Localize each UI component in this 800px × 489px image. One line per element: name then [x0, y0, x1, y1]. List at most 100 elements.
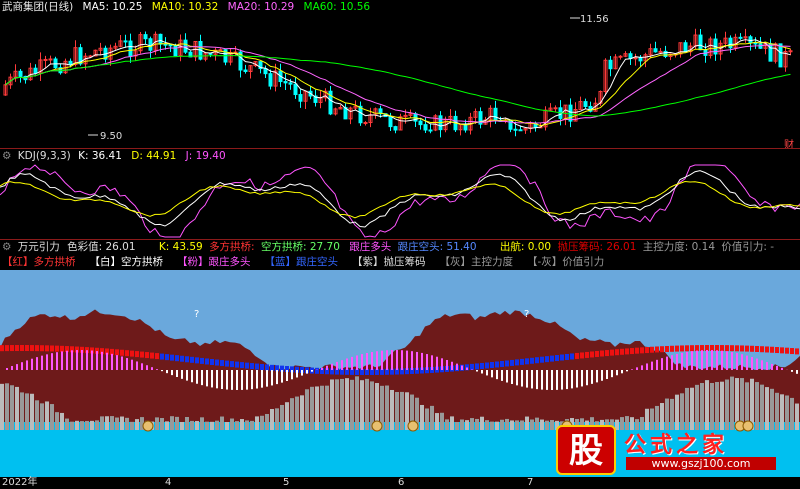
- control-bar: [45, 401, 49, 430]
- control-bar: [420, 404, 424, 430]
- low-price-label: 9.50: [100, 131, 123, 142]
- ma-line: [5, 55, 791, 117]
- trend-block: [635, 347, 639, 354]
- trend-block: [740, 345, 744, 352]
- control-bar: [490, 421, 494, 430]
- control-bar: [220, 416, 224, 430]
- trend-block: [730, 345, 734, 352]
- control-bar: [495, 421, 499, 430]
- trend-block: [120, 349, 124, 356]
- candle: [243, 69, 248, 72]
- control-bar: [390, 389, 394, 430]
- price-chart: [3, 17, 793, 138]
- control-bar: [785, 395, 789, 430]
- watermark-url: www.gszj100.com: [626, 457, 776, 470]
- price-pane[interactable]: 武商集团(日线) MA5: 10.25 MA10: 10.32 MA20: 10…: [0, 0, 800, 151]
- control-bar: [460, 419, 464, 430]
- control-bar: [690, 387, 694, 430]
- watermark-logo: 股: [556, 425, 616, 475]
- trend-block: [640, 347, 644, 354]
- trend-block: [615, 349, 619, 356]
- kdj-line: [0, 164, 800, 238]
- trend-block: [525, 358, 529, 365]
- control-bar: [295, 396, 299, 430]
- ma-line: [5, 39, 791, 129]
- candle: [618, 55, 623, 58]
- control-bar: [245, 420, 249, 430]
- control-bar: [190, 420, 194, 430]
- control-bar: [480, 416, 484, 430]
- control-bar: [435, 413, 439, 430]
- trend-block: [735, 345, 739, 352]
- control-bar: [155, 417, 159, 430]
- trend-block: [720, 345, 724, 352]
- control-bar: [240, 419, 244, 430]
- trend-block: [590, 351, 594, 358]
- control-bar: [90, 420, 94, 430]
- trend-block: [225, 360, 229, 367]
- control-bar: [15, 386, 19, 430]
- control-bar: [75, 420, 79, 430]
- trend-block: [45, 345, 49, 352]
- control-bar: [100, 416, 104, 430]
- trend-block: [5, 345, 9, 352]
- candle: [423, 124, 428, 131]
- control-bar: [230, 418, 234, 430]
- control-bar: [130, 421, 134, 430]
- control-bar: [765, 387, 769, 430]
- trend-block: [645, 347, 649, 354]
- control-bar: [70, 421, 74, 430]
- trend-block: [725, 345, 729, 352]
- candle: [358, 105, 363, 124]
- control-bar: [280, 404, 284, 430]
- trend-block: [250, 363, 254, 370]
- trend-block: [60, 345, 64, 352]
- trend-block: [765, 346, 769, 353]
- trend-block: [0, 345, 4, 352]
- trend-block: [200, 357, 204, 364]
- trend-block: [155, 353, 159, 360]
- candle: [628, 53, 633, 60]
- control-bar: [335, 379, 339, 430]
- trend-block: [585, 351, 589, 358]
- kdj-pane[interactable]: ⚙ KDJ(9,3,3) K: 36.41 D: 44.91 J: 19.40: [0, 149, 800, 239]
- control-bar: [395, 391, 399, 430]
- control-bar: [515, 420, 519, 430]
- control-bar: [135, 419, 139, 430]
- trend-block: [210, 359, 214, 366]
- candle: [173, 45, 178, 57]
- candle: [428, 129, 433, 132]
- control-bar: [365, 378, 369, 430]
- control-bar: [185, 416, 189, 430]
- trend-block: [510, 359, 514, 366]
- candle: [653, 48, 658, 53]
- candle: [788, 50, 793, 53]
- trend-block: [745, 345, 749, 352]
- candle: [388, 116, 393, 128]
- control-bar: [210, 421, 214, 430]
- trend-block: [620, 348, 624, 355]
- candle: [268, 73, 273, 87]
- control-bar: [445, 419, 449, 430]
- candle: [748, 36, 753, 44]
- trend-block: [795, 348, 799, 355]
- kdj-chart: [0, 164, 800, 238]
- trend-block: [215, 359, 219, 366]
- trend-block: [145, 352, 149, 359]
- control-bar: [760, 384, 764, 430]
- question-mark: ?: [194, 309, 200, 320]
- trend-block: [265, 364, 269, 371]
- control-bar: [710, 382, 714, 430]
- candle: [143, 34, 148, 40]
- kdj-line: [0, 180, 800, 219]
- candle: [43, 58, 48, 61]
- control-bar: [250, 420, 254, 430]
- trend-block: [790, 348, 794, 355]
- x-tick: 5: [283, 477, 290, 488]
- trend-block: [505, 360, 509, 367]
- trend-block: [230, 361, 234, 368]
- candle: [608, 59, 613, 70]
- trend-block: [515, 359, 519, 366]
- control-bar: [715, 381, 719, 430]
- trend-block: [240, 362, 244, 369]
